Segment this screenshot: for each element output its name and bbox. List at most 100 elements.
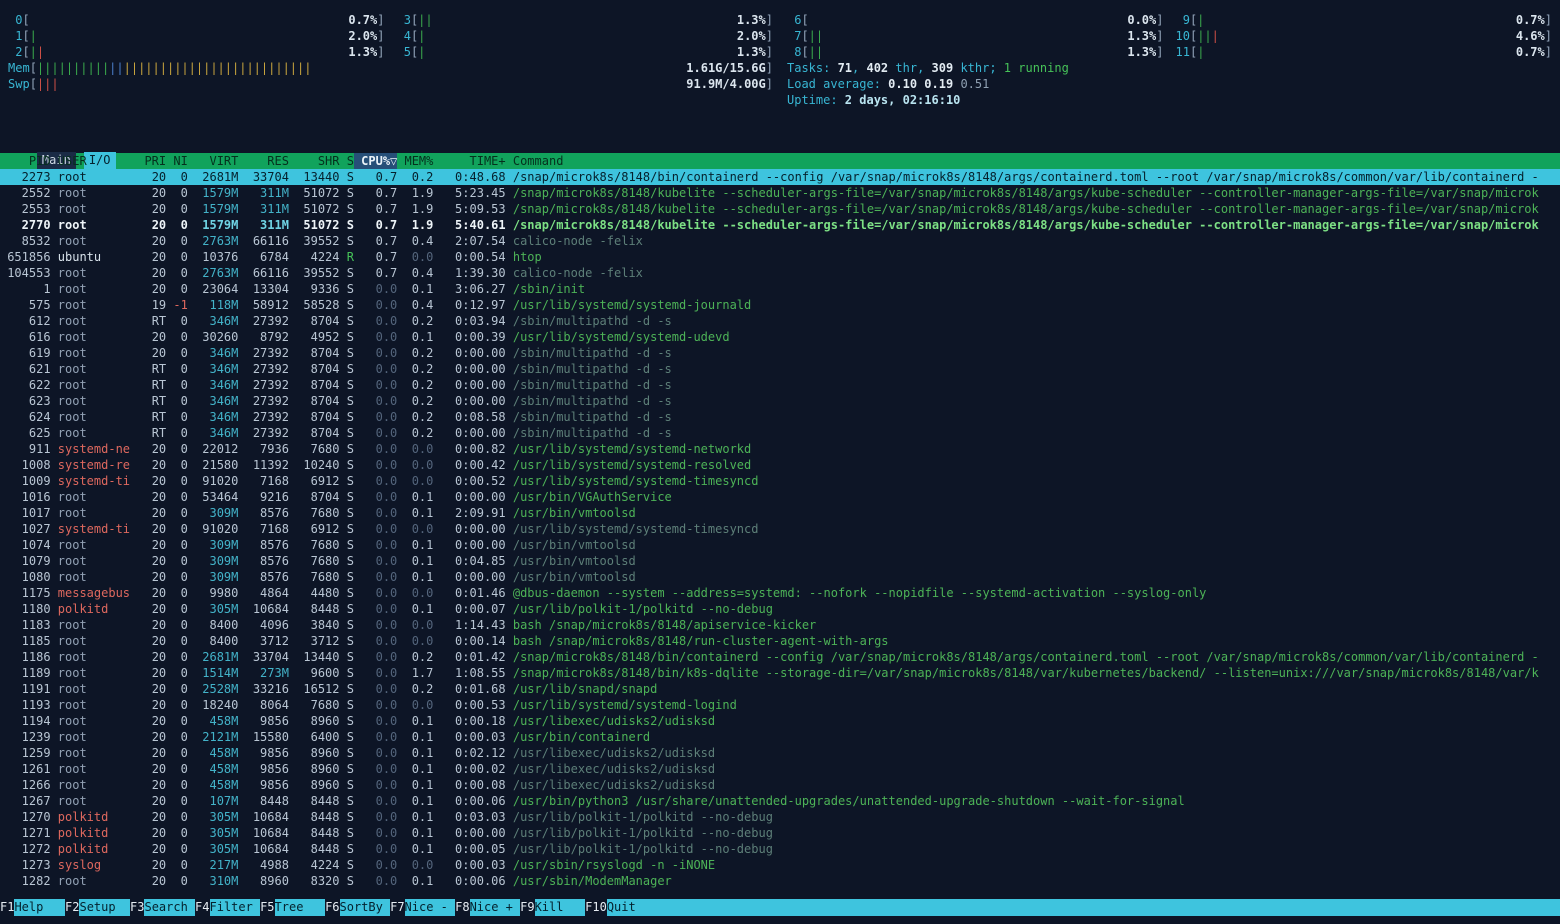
column-header-pri[interactable]: PRI [137,153,166,169]
process-row[interactable]: 1root20023064133049336S0.00.13:06.27/sbi… [0,281,1560,297]
process-row[interactable]: 1259root200458M98568960S0.00.10:02.12/us… [0,745,1560,761]
fnkey-help[interactable]: F1 [0,899,14,916]
process-row[interactable]: 1009systemd-ti2009102071686912S0.00.00:0… [0,473,1560,489]
process-row[interactable]: 1261root200458M98568960S0.00.10:00.02/us… [0,761,1560,777]
meter-ticks: || [809,28,823,44]
ni-cell: 0 [166,217,188,233]
process-row[interactable]: 1272polkitd200305M106848448S0.00.10:00.0… [0,841,1560,857]
process-row[interactable]: 1271polkitd200305M106848448S0.00.10:00.0… [0,825,1560,841]
ni-cell: 0 [166,409,188,425]
fnkey-label-nice[interactable]: Nice + [470,899,521,916]
pid-cell: 1270 [0,809,51,825]
process-row[interactable]: 1239root2002121M155806400S0.00.10:00.03/… [0,729,1560,745]
process-row[interactable]: 1175messagebus200998048644480S0.00.00:01… [0,585,1560,601]
fnkey-label-filter[interactable]: Filter [210,899,261,916]
process-row[interactable]: 1180polkitd200305M106848448S0.00.10:00.0… [0,601,1560,617]
process-row[interactable]: 1189root2001514M273M9600S0.01.71:08.55/s… [0,665,1560,681]
column-header-ni[interactable]: NI [166,153,188,169]
process-row[interactable]: 1008systemd-re200215801139210240S0.00.00… [0,457,1560,473]
cmd-cell: /snap/microk8s/8148/kubelite --scheduler… [506,217,1560,233]
process-row[interactable]: 1183root200840040963840S0.00.01:14.43bas… [0,617,1560,633]
user-cell: root [51,665,138,681]
process-row[interactable]: 2273root2002681M3370413440S0.70.20:48.68… [0,169,1560,185]
column-header-command[interactable]: Command [506,153,1560,169]
process-row[interactable]: 104553root2002763M6611639552S0.70.41:39.… [0,265,1560,281]
process-row[interactable]: 1186root2002681M3370413440S0.00.20:01.42… [0,649,1560,665]
process-row[interactable]: 1185root200840037123712S0.00.00:00.14bas… [0,633,1560,649]
mem-cell: 0.2 [397,377,433,393]
fnkey-label-quit[interactable]: Quit [607,899,658,916]
process-row[interactable]: 1282root200310M89608320S0.00.10:00.06/us… [0,873,1560,889]
cmd-cell: /usr/bin/VGAuthService [506,489,1560,505]
fnkey-nice[interactable]: F7 [390,899,404,916]
user-cell: root [51,505,138,521]
column-header-res[interactable]: RES [238,153,289,169]
process-row[interactable]: 911systemd-ne2002201279367680S0.00.00:00… [0,441,1560,457]
process-row[interactable]: 1074root200309M85767680S0.00.10:00.00/us… [0,537,1560,553]
process-row[interactable]: 616root2003026087924952S0.00.10:00.39/us… [0,329,1560,345]
cmd-cell: /sbin/multipathd -d -s [506,345,1560,361]
process-row[interactable]: 1027systemd-ti2009102071686912S0.00.00:0… [0,521,1560,537]
process-row[interactable]: 624rootRT0346M273928704S0.00.20:08.58/sb… [0,409,1560,425]
fnkey-filter[interactable]: F4 [195,899,209,916]
fnkey-quit[interactable]: F10 [585,899,607,916]
fnkey-label-sortby[interactable]: SortBy [340,899,391,916]
column-header-time[interactable]: TIME+ [433,153,505,169]
process-row[interactable]: 1273syslog200217M49884224S0.00.00:00.03/… [0,857,1560,873]
process-row[interactable]: 1017root200309M85767680S0.00.12:09.91/us… [0,505,1560,521]
process-row[interactable]: 1191root2002528M3321616512S0.00.20:01.68… [0,681,1560,697]
meter-bracket: ] [766,28,773,44]
fnkey-label-help[interactable]: Help [14,899,65,916]
user-cell: root [51,777,138,793]
process-row[interactable]: 8532root2002763M6611639552S0.70.42:07.54… [0,233,1560,249]
column-header-virt[interactable]: VIRT [188,153,239,169]
fnkey-label-tree[interactable]: Tree [275,899,326,916]
fnkey-kill[interactable]: F9 [520,899,534,916]
fnkey-nice[interactable]: F8 [455,899,469,916]
process-row[interactable]: 2553root2001579M311M51072S0.71.95:09.53/… [0,201,1560,217]
process-row[interactable]: 612rootRT0346M273928704S0.00.20:03.94/sb… [0,313,1560,329]
column-header-cpu-sort[interactable]: CPU%▽ [354,153,397,169]
fnkey-label-nice[interactable]: Nice - [405,899,456,916]
process-row[interactable]: 1270polkitd200305M106848448S0.00.10:03.0… [0,809,1560,825]
process-row[interactable]: 622rootRT0346M273928704S0.00.20:00.00/sb… [0,377,1560,393]
process-row[interactable]: 1079root200309M85767680S0.00.10:04.85/us… [0,553,1560,569]
s-cell: S [340,457,354,473]
fnkey-setup[interactable]: F2 [65,899,79,916]
pid-cell: 1017 [0,505,51,521]
ni-cell: 0 [166,697,188,713]
column-header-mem[interactable]: MEM% [397,153,433,169]
cmd-cell: /usr/bin/python3 /usr/share/unattended-u… [506,793,1560,809]
virt-cell: 346M [188,377,239,393]
process-row[interactable]: 1193root2001824080647680S0.00.00:00.53/u… [0,697,1560,713]
fnkey-tree[interactable]: F5 [260,899,274,916]
process-row[interactable]: 575root19-1118M5891258528S0.00.40:12.97/… [0,297,1560,313]
fnkey-label-search[interactable]: Search [144,899,195,916]
column-header-pid[interactable]: PID [0,153,51,169]
process-row[interactable]: 651856ubuntu2001037667844224R0.70.00:00.… [0,249,1560,265]
column-header-shr[interactable]: SHR [289,153,340,169]
cpu-cell: 0.7 [354,169,397,185]
fnkey-sortby[interactable]: F6 [325,899,339,916]
s-cell: S [340,649,354,665]
fnkey-search[interactable]: F3 [130,899,144,916]
process-row[interactable]: 625rootRT0346M273928704S0.00.20:00.00/sb… [0,425,1560,441]
column-header-user[interactable]: USER [51,153,138,169]
cpu-cell: 0.0 [354,809,397,825]
column-header-state[interactable]: S [340,153,354,169]
process-row[interactable]: 2552root2001579M311M51072S0.71.95:23.45/… [0,185,1560,201]
process-row[interactable]: 623rootRT0346M273928704S0.00.20:00.00/sb… [0,393,1560,409]
process-row[interactable]: 1267root200107M84488448S0.00.10:00.06/us… [0,793,1560,809]
process-row[interactable]: 1194root200458M98568960S0.00.10:00.18/us… [0,713,1560,729]
cmd-cell: /usr/lib/polkit-1/polkitd --no-debug [506,841,1560,857]
process-row[interactable]: 619root200346M273928704S0.00.20:00.00/sb… [0,345,1560,361]
process-row[interactable]: 1016root2005346492168704S0.00.10:00.00/u… [0,489,1560,505]
fnkey-label-setup[interactable]: Setup [79,899,130,916]
process-row[interactable]: 1266root200458M98568960S0.00.10:00.08/us… [0,777,1560,793]
process-row[interactable]: 621rootRT0346M273928704S0.00.20:00.00/sb… [0,361,1560,377]
process-row[interactable]: 1080root200309M85767680S0.00.10:00.00/us… [0,569,1560,585]
fnkey-label-kill[interactable]: Kill [535,899,586,916]
shr-cell: 8704 [289,409,340,425]
shr-cell: 4480 [289,585,340,601]
process-row[interactable]: 2770root2001579M311M51072S0.71.95:40.61/… [0,217,1560,233]
